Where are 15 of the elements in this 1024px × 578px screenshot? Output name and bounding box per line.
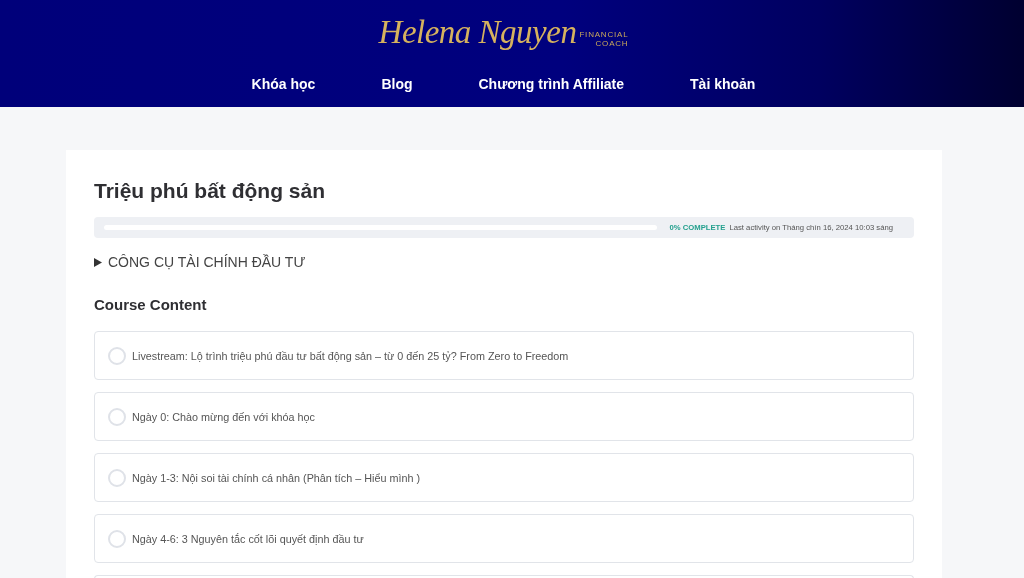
lesson-item[interactable]: Ngày 0: Chào mừng đến với khóa học [94,392,914,441]
logo-tagline: COACH [595,39,629,48]
lesson-item[interactable]: Ngày 1-3: Nội soi tài chính cá nhân (Phân tích – Hiểu mình ) [94,453,914,502]
nav-link[interactable]: Chương trình Affiliate [478,75,625,93]
nav-link[interactable]: Khóa học [251,75,316,93]
section-heading: Course Content [94,295,208,315]
section-toggle[interactable]: CÔNG CỤ TÀI CHÍNH ĐẦU TƯ [94,253,914,271]
nav-link[interactable]: Tài khoản [690,75,756,93]
logo-tagline: FINANCIAL [579,30,629,39]
course-title: Triệu phú bất động sản [94,178,326,204]
lesson-item[interactable]: Livestream: Lộ trình triệu phú đầu tư bất động sản – từ 0 đến 25 tỷ? From Zero to Freedom [94,331,914,380]
logo-wordmark[interactable]: Helena Nguyen [378,12,577,52]
lesson-item[interactable]: Ngày 4-6: 3 Nguyên tắc cốt lõi quyết định đầu tư [94,514,914,563]
nav-link[interactable]: Blog [381,75,413,93]
caret-icon [94,257,102,267]
